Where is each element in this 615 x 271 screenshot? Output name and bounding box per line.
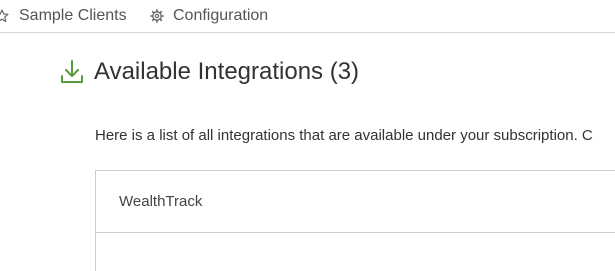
integrations-list: WealthTrack	[95, 170, 615, 271]
page-title: Available Integrations (3)	[94, 58, 360, 85]
page-description: Here is a list of all integrations that …	[95, 127, 593, 144]
integration-name: WealthTrack	[119, 193, 203, 210]
download-icon	[60, 59, 84, 85]
star-outline-icon	[0, 9, 9, 23]
nav-item-configuration[interactable]: Configuration	[150, 0, 268, 32]
list-item-wealthtrack[interactable]: WealthTrack	[96, 171, 615, 233]
top-navigation: Sample Clients Configuration	[0, 0, 615, 33]
nav-item-sample-clients[interactable]: Sample Clients	[0, 0, 127, 32]
page-header: Available Integrations (3)	[60, 58, 359, 86]
nav-item-label: Sample Clients	[19, 7, 127, 24]
nav-item-label: Configuration	[173, 7, 269, 24]
gear-icon	[150, 9, 164, 23]
